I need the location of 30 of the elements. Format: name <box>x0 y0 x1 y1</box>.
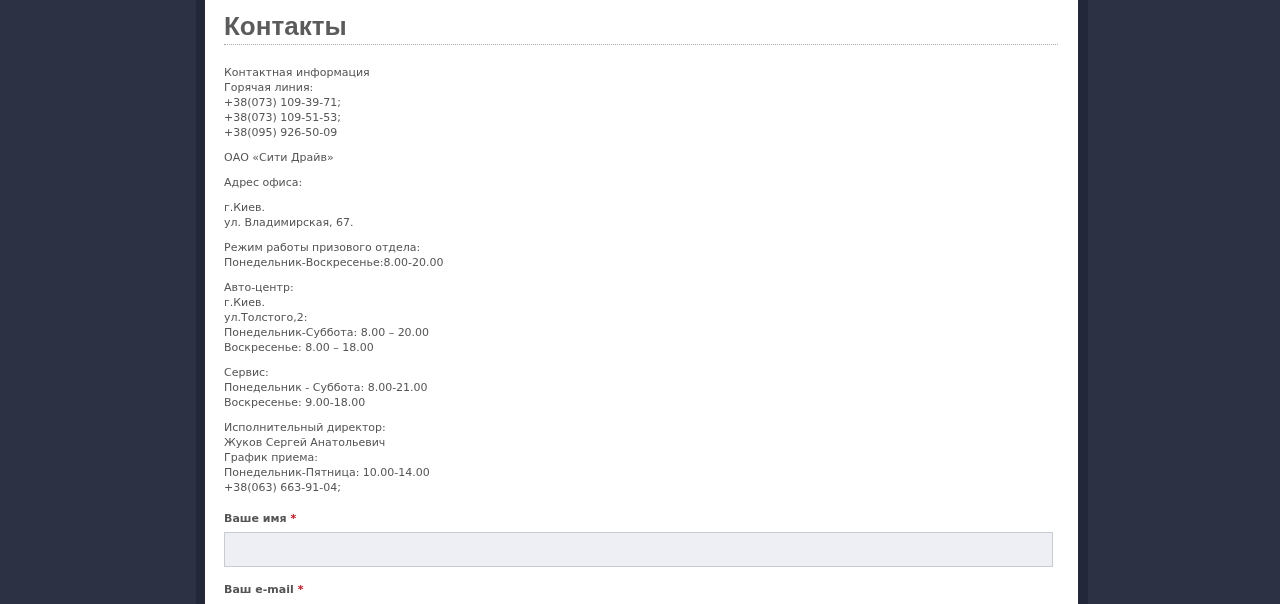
contact-text: Режим работы призового отдела: <box>224 240 421 255</box>
contact-text: ОАО «Сити Драйв» <box>224 150 334 165</box>
contact-text: Воскресенье: 8.00 – 18.00 <box>224 340 374 355</box>
contact-text: Понедельник - Суббота: 8.00-21.00 <box>224 380 428 395</box>
contact-text: Сервис: <box>224 365 269 380</box>
contact-text: ул.Толстого,2: <box>224 310 308 325</box>
contact-text: Контактная информация <box>224 65 370 80</box>
field-label: Ваше имя <box>224 511 287 526</box>
contact-text: Исполнительный директор: <box>224 420 386 435</box>
field-label: Ваш e-mail <box>224 582 294 597</box>
contact-text: +38(073) 109-39-71; <box>224 95 341 110</box>
contact-text: Понедельник-Суббота: 8.00 – 20.00 <box>224 325 430 340</box>
contact-text: +38(063) 663-91-04; <box>224 480 341 495</box>
contact-text: г.Киев. <box>224 200 265 215</box>
contact-text: Горячая линия: <box>224 80 314 95</box>
contact-text: Адрес офиса: <box>224 175 303 190</box>
contact-text: +38(073) 109-51-53; <box>224 110 341 125</box>
contact-text: Понедельник-Воскресенье:8.00-20.00 <box>224 255 444 270</box>
contact-text: г.Киев. <box>224 295 265 310</box>
input-field[interactable] <box>224 532 1053 567</box>
contact-text: ул. Владимирская, 67. <box>224 215 354 230</box>
contact-text: Авто-центр: <box>224 280 294 295</box>
contact-text: График приема: <box>224 450 318 465</box>
contact-text: Жуков Сергей Анатольевич <box>224 435 386 450</box>
contact-text: Понедельник-Пятница: 10.00-14.00 <box>224 465 430 480</box>
contact-text: +38(095) 926-50-09 <box>224 125 338 140</box>
required-mark: * <box>297 582 304 597</box>
contact-text: Воскресенье: 9.00-18.00 <box>224 395 366 410</box>
page-title: Контакты <box>224 10 347 42</box>
required-mark: * <box>290 511 297 526</box>
